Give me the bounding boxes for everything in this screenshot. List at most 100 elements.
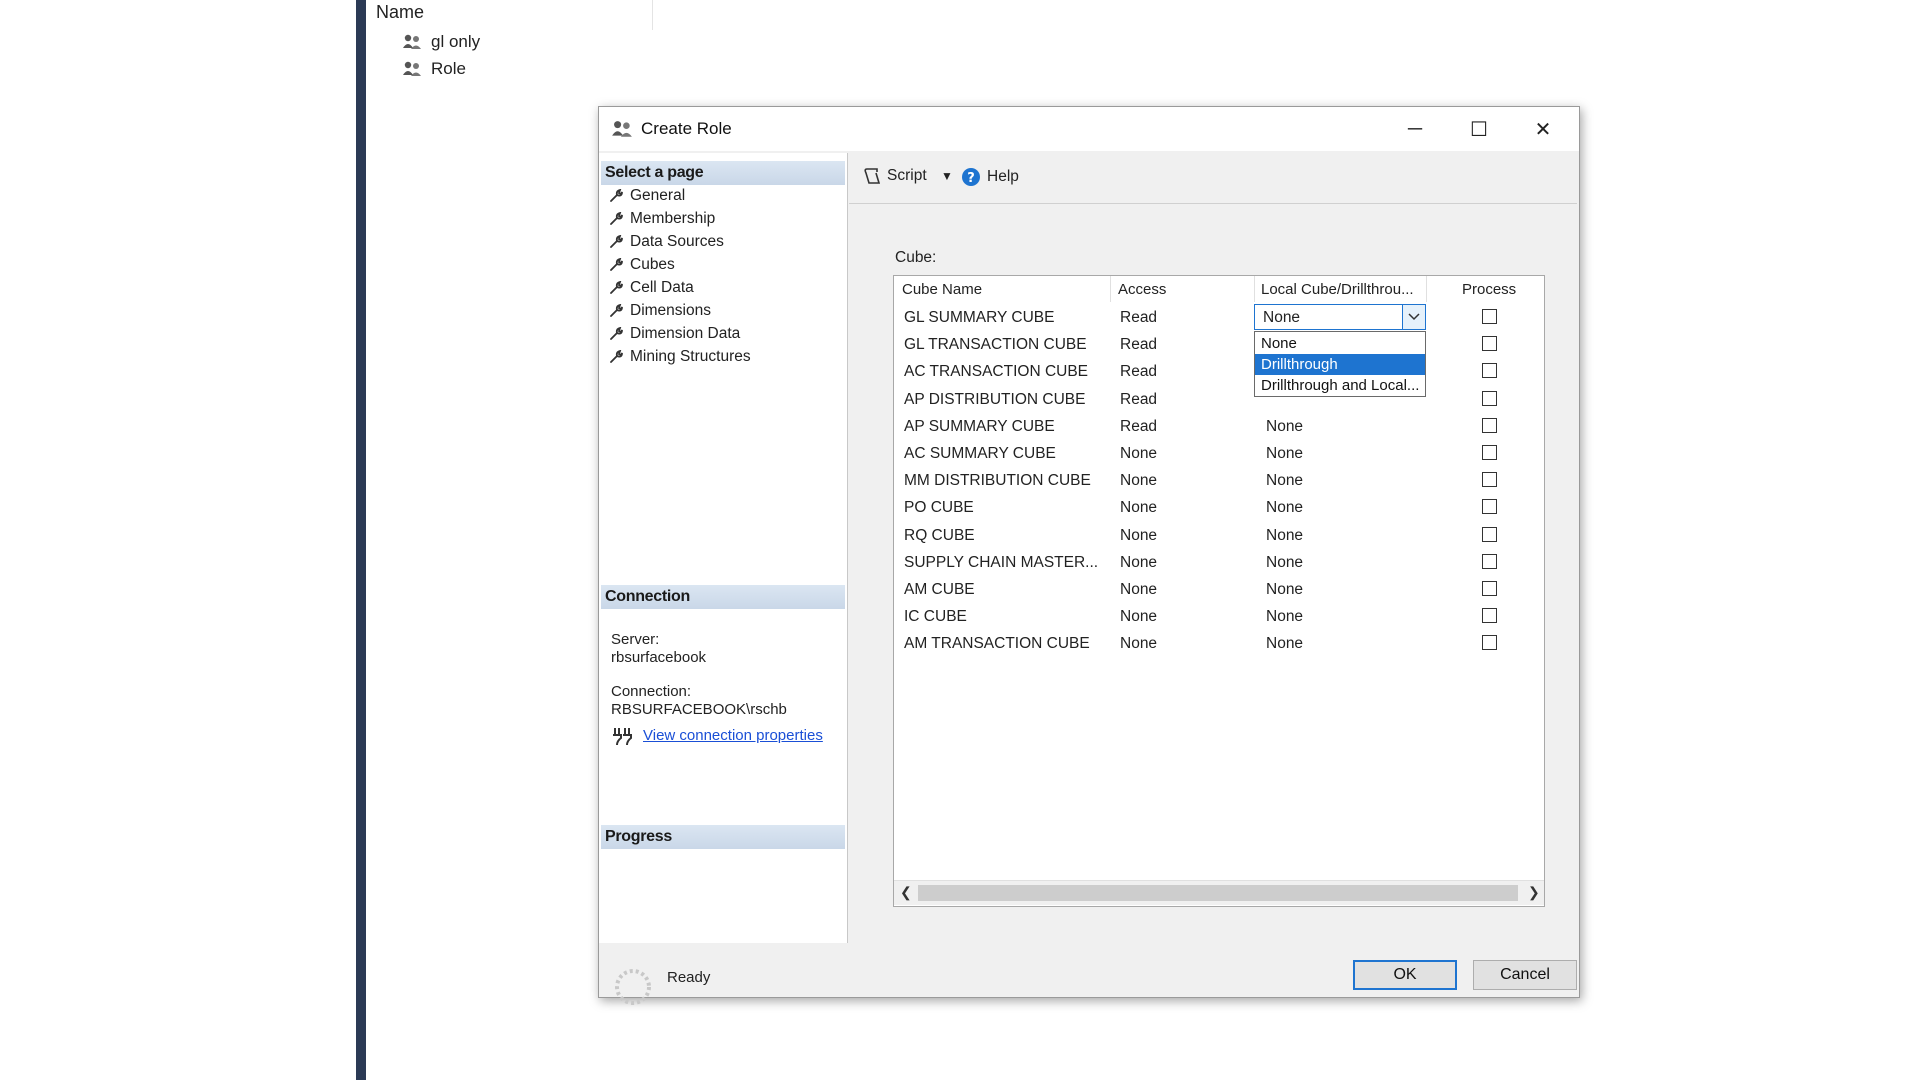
script-button[interactable]: Script	[863, 167, 927, 185]
nav-item-mining-structures[interactable]: Mining Structures	[609, 346, 751, 368]
nav-item-dimension-data[interactable]: Dimension Data	[609, 323, 740, 345]
cube-name-cell: AM CUBE	[904, 581, 975, 598]
local-cube-cell[interactable]: None	[1266, 527, 1303, 545]
scroll-left-icon[interactable]: ❮	[900, 884, 912, 901]
access-cell[interactable]: Read	[1120, 363, 1157, 381]
dropdown-option-drillthrough-and-local[interactable]: Drillthrough and Local...	[1255, 375, 1425, 396]
role-list-item[interactable]: gl only	[402, 32, 480, 52]
cancel-button[interactable]: Cancel	[1473, 960, 1577, 990]
access-cell[interactable]: None	[1120, 445, 1157, 463]
process-checkbox[interactable]	[1482, 445, 1497, 460]
horizontal-scrollbar[interactable]: ❮ ❯	[894, 880, 1544, 905]
nav-item-membership[interactable]: Membership	[609, 208, 715, 230]
process-checkbox[interactable]	[1482, 553, 1497, 569]
access-cell[interactable]: None	[1120, 581, 1157, 599]
nav-item-cell-data[interactable]: Cell Data	[609, 277, 694, 299]
access-cell[interactable]: Read	[1120, 391, 1157, 409]
connection-label: Connection:	[611, 683, 692, 700]
nav-item-label: Data Sources	[630, 233, 724, 250]
column-header-process[interactable]: Process	[1462, 281, 1516, 298]
local-cube-cell[interactable]: None	[1266, 472, 1303, 490]
access-cell[interactable]: Read	[1120, 309, 1157, 327]
table-row[interactable]: PO CUBE None None	[894, 494, 1544, 521]
nav-item-data-sources[interactable]: Data Sources	[609, 231, 724, 253]
access-cell[interactable]: None	[1120, 635, 1157, 653]
role-list-item[interactable]: Role	[402, 59, 466, 79]
help-icon: ?	[962, 168, 980, 186]
table-row[interactable]: AM CUBE None None	[894, 576, 1544, 603]
table-row[interactable]: SUPPLY CHAIN MASTER... None None	[894, 549, 1544, 576]
process-checkbox[interactable]	[1482, 526, 1497, 542]
column-header-cube-name[interactable]: Cube Name	[902, 281, 982, 298]
role-icon	[403, 61, 421, 76]
progress-header: Progress	[601, 825, 845, 849]
table-row[interactable]: AC TRANSACTION CUBE Read	[894, 358, 1544, 385]
script-dropdown-arrow[interactable]: ▼	[941, 169, 953, 183]
table-row[interactable]: GL SUMMARY CUBE Read	[894, 304, 1544, 331]
table-row[interactable]: AP DISTRIBUTION CUBE Read	[894, 386, 1544, 413]
table-row[interactable]: RQ CUBE None None	[894, 522, 1544, 549]
table-row[interactable]: AP SUMMARY CUBE Read None	[894, 413, 1544, 440]
name-column-header[interactable]: Name	[376, 2, 424, 23]
process-checkbox[interactable]	[1482, 608, 1497, 624]
process-checkbox[interactable]	[1482, 581, 1497, 596]
server-value: rbsurfacebook	[611, 649, 707, 666]
local-cube-cell[interactable]: None	[1266, 635, 1303, 653]
table-row[interactable]: AC SUMMARY CUBE None None	[894, 440, 1544, 467]
access-cell[interactable]: None	[1120, 608, 1157, 626]
dropdown-option-none[interactable]: None	[1255, 333, 1425, 354]
local-cube-cell[interactable]: None	[1266, 581, 1303, 599]
process-checkbox[interactable]	[1482, 363, 1497, 379]
access-cell[interactable]: None	[1120, 472, 1157, 490]
help-button[interactable]: ? Help	[961, 167, 1019, 187]
table-row[interactable]: MM DISTRIBUTION CUBE None None	[894, 467, 1544, 494]
cube-name-cell: AC TRANSACTION CUBE	[904, 363, 1089, 381]
view-connection-properties-link[interactable]: View connection properties	[643, 727, 823, 744]
column-header-local-cube[interactable]: Local Cube/Drillthrou...	[1261, 281, 1414, 298]
table-row[interactable]: GL TRANSACTION CUBE Read	[894, 331, 1544, 358]
local-cube-cell[interactable]: None	[1266, 445, 1303, 463]
cube-name-cell: AP SUMMARY CUBE	[904, 417, 1055, 435]
table-row[interactable]: IC CUBE None None	[894, 603, 1544, 630]
process-checkbox[interactable]	[1482, 472, 1497, 488]
access-cell[interactable]: None	[1120, 527, 1157, 545]
dialog-titlebar[interactable]: Create Role ─ ☐ ✕	[599, 107, 1579, 151]
process-checkbox[interactable]	[1482, 417, 1497, 433]
nav-item-dimensions[interactable]: Dimensions	[609, 300, 711, 322]
cube-name-cell: AC SUMMARY CUBE	[904, 445, 1056, 462]
connection-properties-icon	[613, 728, 632, 746]
process-checkbox[interactable]	[1482, 390, 1497, 406]
nav-item-label: General	[630, 187, 686, 204]
process-checkbox[interactable]	[1482, 499, 1497, 515]
minimize-button[interactable]: ─	[1383, 107, 1447, 151]
close-icon: ✕	[1534, 118, 1552, 141]
process-checkbox[interactable]	[1482, 336, 1497, 352]
process-checkbox[interactable]	[1482, 309, 1497, 324]
process-checkbox[interactable]	[1482, 635, 1497, 651]
local-cube-combo[interactable]: None	[1254, 304, 1426, 330]
column-header-access[interactable]: Access	[1118, 281, 1166, 298]
cube-grid[interactable]: Cube Name Access Local Cube/Drillthrou..…	[893, 275, 1545, 907]
dropdown-option-drillthrough[interactable]: Drillthrough	[1255, 354, 1425, 375]
scroll-right-icon[interactable]: ❯	[1528, 884, 1540, 901]
maximize-button[interactable]: ☐	[1447, 107, 1511, 151]
combo-dropdown-button[interactable]	[1402, 305, 1425, 329]
nav-item-general[interactable]: General	[609, 185, 685, 207]
local-cube-cell[interactable]: None	[1266, 499, 1303, 517]
ok-button[interactable]: OK	[1353, 960, 1457, 990]
access-cell[interactable]: Read	[1120, 418, 1157, 436]
local-cube-cell[interactable]: None	[1266, 418, 1303, 436]
wrench-icon	[610, 235, 623, 248]
local-cube-cell[interactable]: None	[1266, 608, 1303, 626]
access-cell[interactable]: Read	[1120, 336, 1157, 354]
nav-item-cubes[interactable]: Cubes	[609, 254, 675, 276]
access-cell[interactable]: None	[1120, 554, 1157, 572]
close-button[interactable]: ✕	[1511, 107, 1575, 151]
table-row[interactable]: AM TRANSACTION CUBE None None	[894, 630, 1544, 657]
nav-item-label: Cubes	[630, 256, 675, 273]
scroll-thumb[interactable]	[918, 885, 1518, 901]
wrench-icon	[610, 189, 623, 202]
access-cell[interactable]: None	[1120, 499, 1157, 517]
cube-name-cell: PO CUBE	[904, 499, 974, 517]
local-cube-cell[interactable]: None	[1266, 554, 1303, 572]
